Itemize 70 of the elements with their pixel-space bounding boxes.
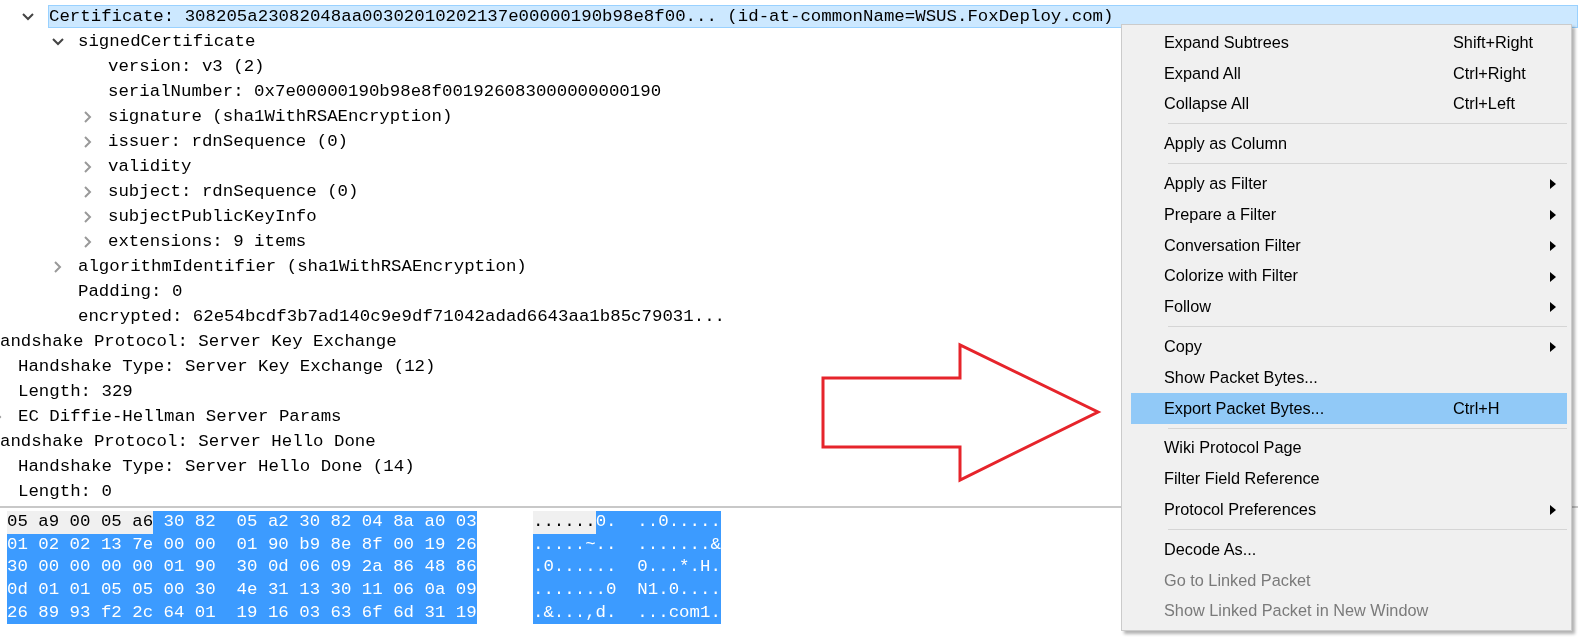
tree-item[interactable]: signedCertificate	[78, 30, 260, 53]
tree-item[interactable]: algorithmIdentifier (sha1WithRSAEncryption)	[78, 255, 531, 278]
shortcut-label: Shift+Right	[1453, 32, 1534, 52]
menu-item[interactable]: Colorize with Filter	[1131, 260, 1567, 292]
menu-item-label: Export Packet Bytes...	[1164, 398, 1326, 418]
hex-bytes: 01 02 02 13 7e 00 00 01 90 b9 8e 8f 00 19 26	[7, 533, 477, 557]
tree-item[interactable]: issuer: rdnSequence (0)	[108, 130, 353, 153]
menu-item[interactable]: Expand All Ctrl+Right	[1131, 57, 1567, 89]
menu-item[interactable]: Conversation Filter	[1131, 229, 1567, 261]
shortcut-label: Ctrl+Right	[1453, 63, 1526, 83]
tree-item[interactable]: encrypted: 62e54bcdf3b7ad140c9e9df71042adad6643aa1b85c79031...	[78, 305, 730, 328]
tree-item[interactable]: extensions: 9 items	[108, 230, 311, 253]
menu-item[interactable]: Follow	[1131, 291, 1567, 323]
menu-item-label: Prepare a Filter	[1164, 204, 1278, 224]
hex-bytes: 26 89 93 f2 2c 64 01 19 16 03 63 6f 6d 31 19	[7, 601, 477, 625]
menu-item-label: Copy	[1164, 337, 1203, 357]
menu-item-label: Expand Subtrees	[1164, 32, 1290, 52]
menu-item-label: Wiki Protocol Page	[1164, 438, 1303, 458]
tree-item[interactable]: Padding: 0	[78, 280, 187, 303]
shortcut-label: Ctrl+H	[1453, 398, 1500, 418]
hex-bytes: 0d 01 01 05 05 00 30 4e 31 13 30 11 06 0a 09	[7, 579, 477, 602]
tree-item[interactable]: Handshake Type: Server Key Exchange (12)	[18, 355, 440, 378]
ascii-bytes: .&...,d. ...com1.	[533, 601, 721, 625]
menu-item[interactable]: Show Packet Bytes...	[1131, 361, 1567, 393]
menu-item-label: Expand All	[1164, 63, 1242, 83]
menu-item-label: Colorize with Filter	[1164, 266, 1299, 286]
tree-item[interactable]: andshake Protocol: Server Hello Done	[0, 430, 380, 453]
menu-item[interactable]: Prepare a Filter	[1131, 199, 1567, 230]
ascii-bytes: .0...... 0...*.H.	[533, 556, 721, 580]
tree-item[interactable]: Length: 329	[18, 380, 137, 403]
menu-item[interactable]: Filter Field Reference	[1131, 463, 1567, 495]
hex-bytes: 30 00 00 00 00 01 90 30 0d 06 09 2a 86 48 86	[7, 556, 477, 580]
menu-item-label: Show Linked Packet in New Window	[1164, 601, 1430, 621]
menu-item-label: Collapse All	[1164, 94, 1251, 114]
menu-item[interactable]: Export Packet Bytes... Ctrl+H	[1131, 392, 1567, 424]
hex-bytes: 30 82 05 a2 30 82 04 8a a0 03	[153, 511, 477, 534]
menu-item-label: Follow	[1164, 297, 1213, 317]
menu-item-label: Conversation Filter	[1164, 235, 1302, 255]
menu-item-label: Apply as Filter	[1164, 174, 1269, 194]
menu-item[interactable]: Decode As...	[1131, 533, 1567, 565]
tree-item[interactable]: subjectPublicKeyInfo	[108, 205, 321, 228]
menu-item-label: Apply as Column	[1164, 134, 1289, 154]
tree-item[interactable]: Handshake Type: Server Hello Done (14)	[18, 455, 419, 478]
tree-item[interactable]: andshake Protocol: Server Key Exchange	[0, 330, 401, 353]
menu-item[interactable]: Apply as Column	[1131, 128, 1567, 160]
tree-item[interactable]: subject: rdnSequence (0)	[108, 180, 363, 203]
menu-item-label: Protocol Preferences	[1164, 500, 1318, 520]
menu-item[interactable]: Copy	[1131, 331, 1567, 362]
tree-item[interactable]: validity	[108, 155, 196, 178]
menu-item-label: Go to Linked Packet	[1164, 570, 1312, 590]
ascii-bytes: .......0 N1.0....	[533, 579, 721, 602]
menu-item[interactable]: Apply as Filter	[1131, 168, 1567, 199]
tree-item[interactable]: Length: 0	[18, 480, 116, 503]
tree-item[interactable]: version: v3 (2)	[108, 55, 269, 78]
menu-item-label: Show Packet Bytes...	[1164, 367, 1319, 387]
menu-item[interactable]: Expand Subtrees Shift+Right	[1131, 27, 1567, 58]
ascii-bytes: ......	[533, 511, 596, 534]
tree-item[interactable]: EC Diffie-Hellman Server Params	[18, 405, 346, 428]
tree-item[interactable]: signature (sha1WithRSAEncryption)	[108, 105, 457, 128]
menu-item[interactable]: Wiki Protocol Page	[1131, 432, 1567, 464]
hex-bytes: 05 a9 00 05 a6	[7, 511, 154, 534]
ascii-bytes: .....~.. .......&	[533, 533, 721, 557]
menu-item[interactable]: Protocol Preferences	[1131, 494, 1567, 525]
ascii-bytes: 0. ..0.....	[595, 511, 721, 534]
shortcut-label: Ctrl+Left	[1453, 94, 1515, 114]
menu-item-label: Filter Field Reference	[1164, 469, 1321, 489]
menu-item[interactable]: Collapse All Ctrl+Left	[1131, 88, 1567, 120]
menu-item-label: Decode As...	[1164, 539, 1258, 559]
tree-item[interactable]: serialNumber: 0x7e00000190b98e8f001926083000000000190	[108, 80, 666, 103]
tree-item[interactable]: Certificate: 308205a23082048aa00302010202137e00000190b98e8f00... (id-at-commonName=WSUS.FoxDeploy.com)	[48, 5, 1578, 28]
